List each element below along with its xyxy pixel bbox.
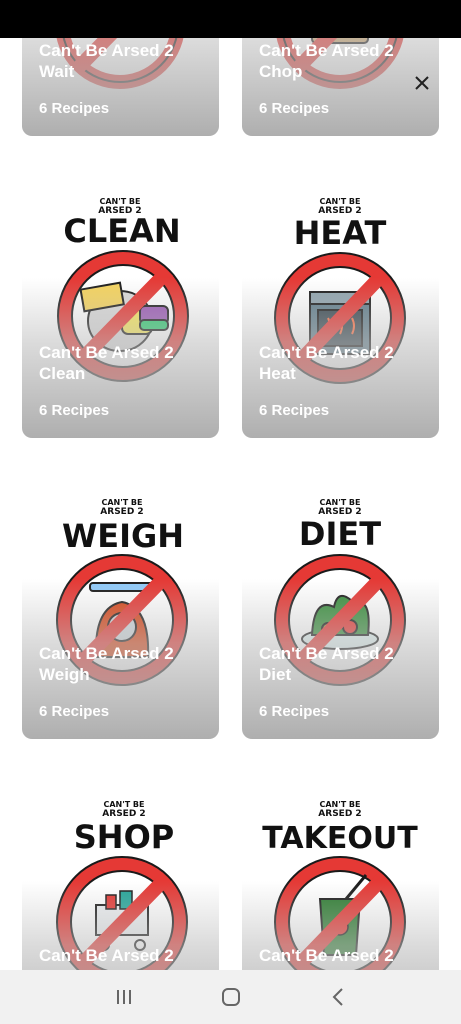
logo-text-1: CAN'T BE [101, 498, 142, 507]
recent-apps-icon [116, 990, 131, 1004]
close-button[interactable] [409, 70, 435, 96]
category-badge: TAKEOUT [262, 821, 418, 856]
logo-text-1: CAN'T BE [319, 498, 360, 507]
close-icon [415, 76, 429, 90]
back-button[interactable] [318, 977, 358, 1017]
logo-text-1: CAN'T BE [103, 800, 144, 809]
category-badge: DIET [299, 515, 381, 553]
card-recipe-count: 6 Recipes [39, 402, 110, 419]
card-recipe-count: 6 Recipes [259, 703, 330, 720]
home-button[interactable] [211, 977, 251, 1017]
recent-apps-button[interactable] [104, 977, 144, 1017]
category-card-weigh[interactable]: CAN'T BE ARSED 2 WEIGH Can't Be Arsed 2 … [22, 457, 219, 739]
status-bar [0, 0, 461, 38]
categories-grid: Can't Be Arsed 2 Wait 6 Recipes Can't Be… [0, 0, 461, 970]
logo-text-1: CAN'T BE [319, 800, 360, 809]
home-icon [221, 988, 240, 1006]
card-title: Can't Be Arsed 2 Shop [39, 946, 174, 970]
category-badge: WEIGH [62, 517, 184, 555]
card-recipe-count: 6 Recipes [259, 402, 330, 419]
card-recipe-count: 6 Recipes [259, 100, 330, 117]
card-title: Can't Be Arsed 2 Takeout [259, 946, 394, 970]
card-title: Can't Be Arsed 2 Weigh [39, 644, 174, 684]
card-title: Can't Be Arsed 2 Clean [39, 343, 174, 383]
card-title: Can't Be Arsed 2 Diet [259, 644, 394, 684]
category-badge: HEAT [294, 214, 387, 252]
card-recipe-count: 6 Recipes [39, 100, 110, 117]
logo-text-1: CAN'T BE [319, 197, 360, 206]
category-card-shop[interactable]: CAN'T BE ARSED 2 SHOP Can't Be Arsed 2 S… [22, 759, 219, 970]
card-title: Can't Be Arsed 2 Chop [259, 41, 394, 81]
logo-text-2: ARSED 2 [100, 507, 143, 517]
category-card-clean[interactable]: CAN'T BE ARSED 2 CLEAN Can't Be Arsed 2 … [22, 156, 219, 438]
category-badge: SHOP [74, 818, 174, 856]
card-title: Can't Be Arsed 2 Heat [259, 343, 394, 383]
card-title: Can't Be Arsed 2 Wait [39, 41, 174, 81]
card-recipe-count: 6 Recipes [39, 703, 110, 720]
logo-text-2: ARSED 2 [318, 809, 361, 819]
system-navigation-bar [0, 970, 461, 1024]
back-icon [332, 988, 343, 1006]
category-card-heat[interactable]: CAN'T BE ARSED 2 HEAT Can't Be Arsed 2 H… [242, 156, 439, 438]
category-card-diet[interactable]: CAN'T BE ARSED 2 DIET Can't Be Arsed 2 D… [242, 457, 439, 739]
category-card-takeout[interactable]: CAN'T BE ARSED 2 TAKEOUT Can't Be Arsed … [242, 759, 439, 970]
logo-text-1: CAN'T BE [99, 197, 140, 206]
category-badge: CLEAN [63, 212, 180, 250]
